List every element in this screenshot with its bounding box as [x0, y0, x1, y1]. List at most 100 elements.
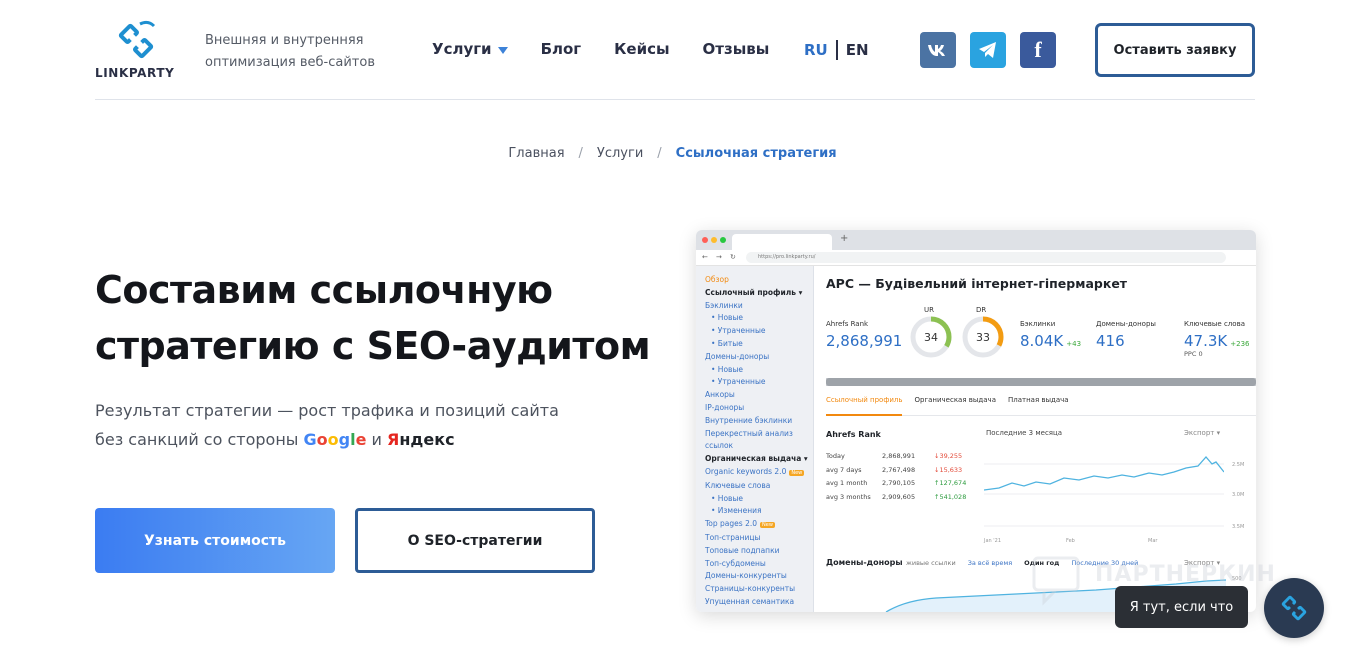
rank-value: 2,767,498 [882, 465, 916, 474]
breadcrumb-separator: / [578, 146, 583, 161]
metric-value: 2,868,991 [826, 332, 903, 350]
url-field: https://pro.linkparty.ru/ [746, 252, 1226, 263]
sidebar-item-label: Ссылочный профиль ▾ [705, 287, 803, 297]
sidebar-item-label: • Новые [711, 493, 743, 503]
breadcrumb-current: Ссылочная стратегия [675, 146, 837, 161]
window-minimize-dot [711, 237, 717, 243]
telegram-icon[interactable] [970, 32, 1006, 68]
sidebar-item-label: IP-доноры [705, 402, 745, 412]
vk-icon[interactable] [920, 32, 956, 68]
watermark-text: ПАРТНЕРКИН [1095, 562, 1276, 587]
chat-open-button[interactable] [1264, 578, 1324, 638]
sidebar-item-label: Бэклинки [705, 300, 743, 310]
logo[interactable]: LINKPARTY [95, 18, 177, 82]
sidebar-item[interactable]: Ключевые слова [705, 480, 813, 493]
logo-text: LINKPARTY [95, 66, 175, 80]
screenshot-sidebar: Обзор Ссылочный профиль ▾ Бэклинки • Новые •… [696, 266, 814, 612]
tab-organic[interactable]: Органическая выдача [914, 396, 996, 415]
table-row: avg 1 month 2,790,105 ↑127,674 [826, 477, 966, 491]
chat-greeting-bubble[interactable]: Я тут, если что [1115, 586, 1248, 628]
dr-ring: 33 [962, 316, 1004, 358]
google-letter: o [316, 430, 328, 449]
sidebar-item[interactable]: • Новые [705, 493, 813, 506]
breadcrumb-home[interactable]: Главная [508, 146, 564, 161]
rank-period-label: Последние 3 месяца [986, 429, 1063, 437]
sidebar-item[interactable]: Домены-доноры [705, 351, 813, 364]
sidebar-item[interactable]: Упущенная семантика [705, 596, 813, 609]
sidebar-item[interactable]: • Новые [705, 312, 813, 325]
sidebar-item[interactable]: IP-доноры [705, 402, 813, 415]
sidebar-item-label: • Новые [711, 364, 743, 374]
sidebar-item[interactable]: Топ-субдомены [705, 558, 813, 571]
hero-subtitle: Результат стратегии — рост трафика и поз… [95, 396, 615, 454]
domains-live-label: живые ссылки [906, 559, 956, 567]
metric-label: Домены-доноры [1096, 320, 1156, 328]
screenshot-tabs: Ссылочный профиль Органическая выдача Пл… [826, 396, 1256, 416]
lang-en-link[interactable]: EN [846, 41, 869, 59]
google-letter: e [355, 430, 367, 449]
lang-ru-link[interactable]: RU [804, 41, 828, 59]
tab-paid[interactable]: Платная выдача [1008, 396, 1069, 415]
tab-link-profile[interactable]: Ссылочный профиль [826, 396, 903, 416]
caret-down-icon [497, 46, 508, 54]
sidebar-item[interactable]: Бэклинки [705, 300, 813, 313]
apply-button[interactable]: Оставить заявку [1095, 23, 1255, 77]
sidebar-item-label: Ключевые слова [705, 480, 771, 490]
forward-arrow-icon: → [716, 253, 722, 261]
horizontal-scrollbar[interactable] [826, 378, 1256, 386]
sidebar-item-label: Перекрестный анализ [705, 428, 793, 438]
nav-item-blog[interactable]: Блог [541, 40, 582, 58]
sidebar-item[interactable]: • Утраченные [705, 376, 813, 389]
sidebar-item[interactable]: • Новые [705, 364, 813, 377]
window-close-dot [702, 237, 708, 243]
sidebar-item[interactable]: • Битые [705, 338, 813, 351]
sidebar-item[interactable]: • Изменения [705, 505, 813, 518]
page-title: Составим ссылочную стратегию с SEO-аудит… [95, 268, 651, 368]
yandex-rest: ндекс [399, 430, 455, 449]
sidebar-item[interactable]: Organic keywords 2.0 New [705, 466, 813, 480]
x-tick-label: Jan '21 [984, 538, 1002, 544]
x-tick-label: Mar [1148, 538, 1158, 544]
metric-label: Ahrefs Rank [826, 320, 869, 328]
rank-table: Today 2,868,991 ↓39,255 avg 7 days 2,767,49… [826, 450, 966, 504]
sidebar-item[interactable]: Обзор [705, 274, 813, 287]
scrollbar-thumb[interactable] [826, 378, 1256, 386]
sidebar-item[interactable]: Страницы-конкуренты [705, 583, 813, 596]
sidebar-item-label: Страницы-конкуренты [705, 584, 796, 594]
sidebar-item[interactable]: Домены-конкуренты [705, 570, 813, 583]
metric-delta: +43 [1066, 340, 1082, 348]
about-seo-strategy-button[interactable]: О SEO-стратегии [355, 508, 595, 573]
sidebar-item[interactable]: ссылок [705, 440, 813, 453]
nav-item-cases[interactable]: Кейсы [614, 40, 669, 58]
metric-label: Ключевые слова [1184, 320, 1245, 328]
export-dropdown[interactable]: Экспорт ▾ [1184, 429, 1220, 437]
metric-value: 47.3K [1184, 332, 1228, 350]
facebook-icon[interactable]: f [1020, 32, 1056, 68]
nav-item-label: Блог [540, 40, 582, 58]
sidebar-item[interactable]: • Утраченные [705, 325, 813, 338]
sidebar-item[interactable]: Внутренние бэклинки [705, 415, 813, 428]
lang-divider [835, 40, 838, 60]
table-row: avg 3 months 2,909,605 ↑541,028 [826, 491, 966, 505]
rank-period: avg 3 months [826, 492, 871, 501]
filter-all-time[interactable]: За всё время [968, 559, 1012, 567]
sidebar-item[interactable]: Top pages 2.0 New [705, 518, 813, 532]
nav-item-reviews[interactable]: Отзывы [703, 40, 770, 58]
sidebar-item[interactable]: Анкоры [705, 389, 813, 402]
sidebar-item[interactable]: Топ-страницы [705, 532, 813, 545]
sidebar-item-label: Органическая выдача ▾ [705, 454, 808, 464]
sidebar-item-label: Organic keywords 2.0 [705, 466, 787, 476]
breadcrumb-services[interactable]: Услуги [597, 146, 643, 161]
y-tick-label: 3.0M [1232, 492, 1245, 498]
table-row: avg 7 days 2,767,498 ↓15,633 [826, 464, 966, 478]
nav-item-services[interactable]: Услуги [432, 40, 508, 58]
sidebar-item-label: Top pages 2.0 [705, 519, 757, 529]
google-letter: o [327, 430, 339, 449]
main-nav: Услуги Блог Кейсы Отзывы [432, 40, 769, 58]
sidebar-item-label: • Битые [711, 338, 743, 348]
sidebar-item[interactable]: Перекрестный анализ [705, 428, 813, 441]
sidebar-item[interactable]: Топовые подпапки [705, 545, 813, 558]
site-header: LINKPARTY Внешняя и внутренняя оптимизац… [95, 0, 1255, 100]
get-price-button[interactable]: Узнать стоимость [95, 508, 335, 573]
metric-ahrefs-rank: Ahrefs Rank 2,868,991 [826, 320, 902, 350]
